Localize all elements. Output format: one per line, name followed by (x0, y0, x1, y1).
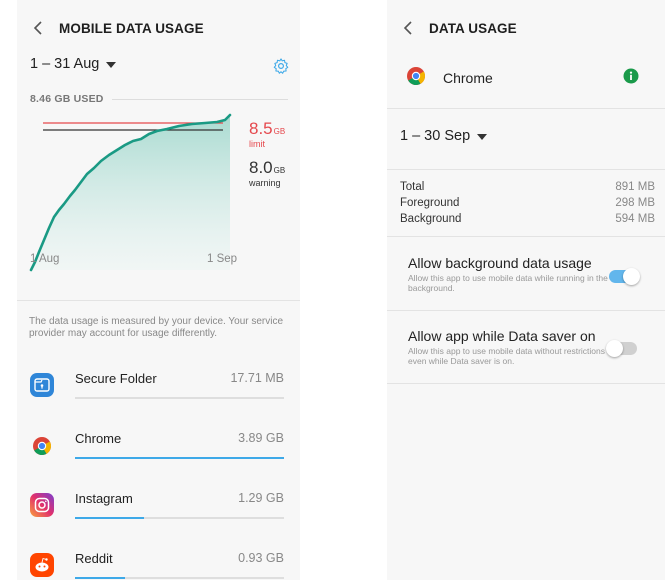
header: DATA USAGE (387, 0, 665, 56)
app-header-row: Chrome (387, 56, 665, 100)
header: MOBILE DATA USAGE (17, 0, 300, 56)
switch-knob (606, 340, 623, 357)
axis-end-label: 1 Sep (207, 253, 238, 265)
app-name: Secure Folder (75, 371, 157, 386)
divider (387, 108, 665, 109)
secure-folder-icon (30, 373, 54, 397)
app-size: 17.71 MB (230, 371, 284, 385)
app-name: Instagram (75, 491, 133, 506)
usage-note: The data usage is measured by your devic… (29, 316, 284, 339)
used-summary: 8.46 GB USED (30, 93, 288, 105)
app-data-usage-screen: DATA USAGE Chrome 1 – 30 Sep Total 891 M… (387, 0, 665, 580)
used-label: 8.46 GB USED (30, 93, 104, 105)
stat-row-total: Total 891 MB (400, 180, 655, 194)
back-arrow-icon (403, 21, 412, 35)
toggle-background-data[interactable]: Allow background data usage Allow this a… (387, 236, 665, 310)
stat-row-foreground: Foreground 298 MB (400, 196, 655, 210)
stat-label: Foreground (400, 197, 460, 209)
limit-unit: GB (273, 127, 286, 136)
stat-label: Background (400, 213, 462, 225)
mobile-data-usage-screen: MOBILE DATA USAGE 1 – 31 Aug 8.46 GB USE… (17, 0, 300, 580)
chrome-icon (407, 67, 426, 86)
period-label: 1 – 31 Aug (30, 56, 100, 72)
back-arrow-icon (33, 21, 42, 35)
info-icon[interactable] (623, 68, 639, 84)
app-size: 1.29 GB (238, 491, 284, 505)
warning-number: 8.0 (249, 158, 273, 177)
stat-row-background: Background 594 MB (400, 212, 655, 226)
divider (387, 169, 665, 170)
usage-bar-fill (75, 517, 144, 519)
stat-value: 594 MB (615, 213, 655, 225)
toggle-title: Allow app while Data saver on (408, 328, 596, 344)
axis-start-label: 1 Aug (30, 253, 60, 265)
app-name: Chrome (75, 431, 122, 446)
chrome-icon (30, 434, 54, 458)
usage-bar (75, 397, 284, 399)
warning-unit: GB (273, 166, 286, 175)
usage-bar-fill (75, 457, 284, 459)
period-label: 1 – 30 Sep (400, 128, 471, 144)
app-size: 3.89 GB (238, 431, 284, 445)
page-title: DATA USAGE (429, 20, 517, 36)
toggle-subtitle: Allow this app to use mobile data while … (408, 273, 608, 293)
switch-knob (623, 268, 640, 285)
app-size: 0.93 GB (238, 551, 284, 565)
background-data-switch[interactable] (609, 268, 640, 285)
app-row-instagram[interactable]: Instagram 1.29 GB (17, 476, 300, 536)
usage-bar (75, 517, 284, 519)
caret-down-icon (106, 61, 117, 68)
back-button[interactable] (393, 13, 423, 43)
app-row-reddit[interactable]: Reddit 0.93 GB (17, 536, 300, 580)
limit-value: 8.5GB (249, 120, 285, 140)
app-row-chrome[interactable]: Chrome 3.89 GB (17, 416, 300, 476)
caret-down-icon (477, 133, 488, 140)
divider (387, 383, 665, 384)
app-row-secure-folder[interactable]: Secure Folder 17.71 MB (17, 356, 300, 416)
stat-value: 891 MB (615, 181, 655, 193)
warning-value: 8.0GB (249, 159, 285, 179)
reddit-icon (30, 553, 54, 577)
period-dropdown[interactable]: 1 – 31 Aug (30, 56, 117, 72)
toggle-data-saver[interactable]: Allow app while Data saver on Allow this… (387, 310, 665, 384)
stat-label: Total (400, 181, 425, 193)
app-name: Chrome (443, 70, 493, 86)
limit-label: limit (249, 139, 265, 149)
usage-bar (75, 577, 284, 579)
period-dropdown[interactable]: 1 – 30 Sep (400, 128, 488, 144)
instagram-icon (30, 493, 54, 517)
app-name: Reddit (75, 551, 113, 566)
divider (111, 98, 288, 100)
limit-number: 8.5 (249, 119, 273, 138)
back-button[interactable] (23, 13, 53, 43)
page-title: MOBILE DATA USAGE (59, 20, 204, 36)
toggle-subtitle: Allow this app to use mobile data withou… (408, 346, 606, 366)
usage-bar-fill (75, 577, 126, 579)
gear-icon[interactable] (272, 57, 290, 75)
usage-bar (75, 457, 284, 459)
warning-label: warning (249, 178, 281, 188)
data-saver-switch[interactable] (606, 340, 637, 357)
divider (17, 300, 300, 301)
stat-value: 298 MB (615, 197, 655, 209)
toggle-title: Allow background data usage (408, 255, 592, 271)
